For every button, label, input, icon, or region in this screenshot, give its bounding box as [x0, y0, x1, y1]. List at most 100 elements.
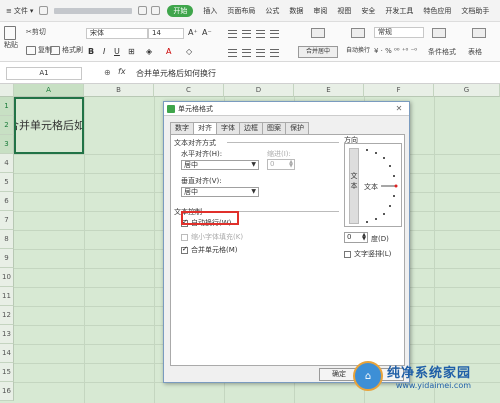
bold-button[interactable]: B	[88, 47, 94, 56]
row-header-8[interactable]: 8	[0, 230, 14, 249]
tab-data[interactable]: 数据	[284, 6, 308, 16]
tab-insert[interactable]: 插入	[198, 6, 222, 16]
format-cells-dialog: 单元格格式 ✕ 数字 对齐 字体 边框 图案 保护 文本对齐方式 水平对齐(H)…	[163, 101, 410, 383]
tab-doc-assistant[interactable]: 文档助手	[456, 6, 494, 16]
redo-icon[interactable]	[151, 6, 161, 15]
horizontal-align-select[interactable]: 居中 ▼	[181, 160, 259, 170]
row-header-1[interactable]: 1	[0, 97, 14, 116]
font-color-icon[interactable]: A	[166, 47, 171, 56]
column-header-e[interactable]: E	[294, 84, 364, 97]
tab-number[interactable]: 数字	[170, 122, 194, 134]
row-header-12[interactable]: 12	[0, 306, 14, 325]
tab-font[interactable]: 字体	[216, 122, 240, 134]
row-header-14[interactable]: 14	[0, 344, 14, 363]
tab-page-layout[interactable]: 页面布局	[222, 6, 260, 16]
tab-formulas[interactable]: 公式	[260, 6, 284, 16]
tab-review[interactable]: 审阅	[308, 6, 332, 16]
menu-icon: ≡	[6, 6, 12, 15]
file-menu[interactable]: ≡ 文件 ▾	[2, 6, 37, 16]
increase-font-icon[interactable]: A⁺	[188, 28, 198, 37]
column-header-b[interactable]: B	[84, 84, 154, 97]
italic-button[interactable]: I	[103, 47, 105, 56]
document-tab[interactable]	[54, 7, 133, 14]
table-style-button[interactable]: 表格	[468, 47, 482, 57]
format-painter-button[interactable]: 格式刷	[50, 45, 83, 55]
align-right-icon[interactable]	[256, 49, 265, 57]
merged-cell-a1[interactable]: 合并单元格后如何换行	[14, 97, 84, 154]
degree-label: 度(D)	[371, 235, 389, 243]
paste-button[interactable]: 粘贴	[4, 26, 18, 50]
chevron-down-icon: ▼	[251, 161, 256, 168]
zoom-icon[interactable]: ⊕	[104, 68, 111, 77]
font-size-select[interactable]: 14	[148, 28, 184, 39]
dialog-title-bar[interactable]: 单元格格式 ✕	[164, 102, 409, 116]
decrease-font-icon[interactable]: A⁻	[202, 28, 212, 37]
column-header-f[interactable]: F	[364, 84, 434, 97]
row-header-5[interactable]: 5	[0, 173, 14, 192]
underline-button[interactable]: U	[114, 47, 120, 56]
tab-developer[interactable]: 开发工具	[380, 6, 418, 16]
grid-line	[84, 97, 85, 403]
wrap-text-button[interactable]: 自动换行	[340, 46, 376, 58]
checkbox-icon	[181, 245, 188, 254]
tab-security[interactable]: 安全	[356, 6, 380, 16]
fill-color-icon[interactable]: ◈	[146, 47, 152, 56]
number-symbols[interactable]: ¥ · % ⁰⁰ ⁺⁰ ⁻⁰	[374, 47, 417, 55]
tab-protection[interactable]: 保护	[285, 122, 309, 134]
row-header-11[interactable]: 11	[0, 287, 14, 306]
row-header-16[interactable]: 16	[0, 382, 14, 401]
merge-center-button[interactable]: 合并居中	[298, 46, 338, 58]
row-header-2[interactable]: 2	[0, 116, 14, 135]
tab-pattern[interactable]: 图案	[262, 122, 286, 134]
row-header-7[interactable]: 7	[0, 211, 14, 230]
row-header-4[interactable]: 4	[0, 154, 14, 173]
text-vertical-checkbox[interactable]: 文字竖排(L)	[344, 249, 391, 259]
row-header-9[interactable]: 9	[0, 249, 14, 268]
dial-text: 文本	[364, 183, 378, 191]
formula-input[interactable]: 合并单元格后如何换行	[136, 68, 216, 79]
border-icon[interactable]: ⊞	[128, 47, 135, 56]
align-left-icon[interactable]	[228, 49, 237, 57]
row-header-13[interactable]: 13	[0, 325, 14, 344]
row-header-6[interactable]: 6	[0, 192, 14, 211]
tab-view[interactable]: 视图	[332, 6, 356, 16]
row-header-3[interactable]: 3	[0, 135, 14, 154]
tab-start[interactable]: 开始	[167, 4, 194, 17]
align-top-icon[interactable]	[228, 30, 237, 38]
tab-special[interactable]: 特色应用	[418, 6, 456, 16]
fx-button[interactable]: fx	[118, 67, 126, 76]
clear-format-icon[interactable]: ◇	[186, 47, 192, 56]
indent-icon[interactable]	[270, 30, 279, 38]
font-name-select[interactable]: 宋体	[86, 28, 148, 39]
align-center-icon[interactable]	[242, 49, 251, 57]
number-format-select[interactable]: 常规	[374, 27, 424, 38]
indent-spinner[interactable]: 0 ▲ ▼	[267, 159, 295, 170]
vertical-align-select[interactable]: 居中 ▼	[181, 187, 259, 197]
vertical-text-button[interactable]: 文本	[349, 148, 359, 224]
close-icon[interactable]: ✕	[394, 104, 404, 113]
merge-cells-checkbox[interactable]: 合并单元格(M)	[181, 245, 238, 255]
undo-icon[interactable]	[138, 6, 148, 15]
align-bottom-icon[interactable]	[256, 30, 265, 38]
row-header-15[interactable]: 15	[0, 363, 14, 382]
tab-border[interactable]: 边框	[239, 122, 263, 134]
checkbox-icon	[344, 250, 351, 258]
justify-icon[interactable]	[270, 49, 279, 57]
degree-spinner[interactable]: 0 ▲ ▼	[344, 232, 368, 243]
copy-button[interactable]: 复制	[26, 45, 52, 55]
column-header-a[interactable]: A	[14, 84, 84, 97]
column-header-g[interactable]: G	[434, 84, 500, 97]
column-header-d[interactable]: D	[224, 84, 294, 97]
spin-arrows-icon: ▲ ▼	[362, 232, 366, 242]
column-header-c[interactable]: C	[154, 84, 224, 97]
select-all-corner[interactable]	[0, 84, 14, 97]
save-icon[interactable]	[39, 6, 49, 15]
merge-icon	[311, 28, 325, 38]
alignment-panel: 文本对齐方式 水平对齐(H): 居中 ▼ 缩进(I): 0 ▲ ▼ 垂直对齐(V): …	[170, 134, 405, 366]
align-middle-icon[interactable]	[242, 30, 251, 38]
conditional-format-button[interactable]: 条件格式	[428, 47, 456, 57]
shrink-to-fit-checkbox[interactable]: 缩小字体填充(K)	[181, 232, 243, 242]
name-box[interactable]: A1	[6, 67, 82, 80]
row-header-10[interactable]: 10	[0, 268, 14, 287]
cut-button[interactable]: ✂ 剪切	[26, 27, 46, 37]
